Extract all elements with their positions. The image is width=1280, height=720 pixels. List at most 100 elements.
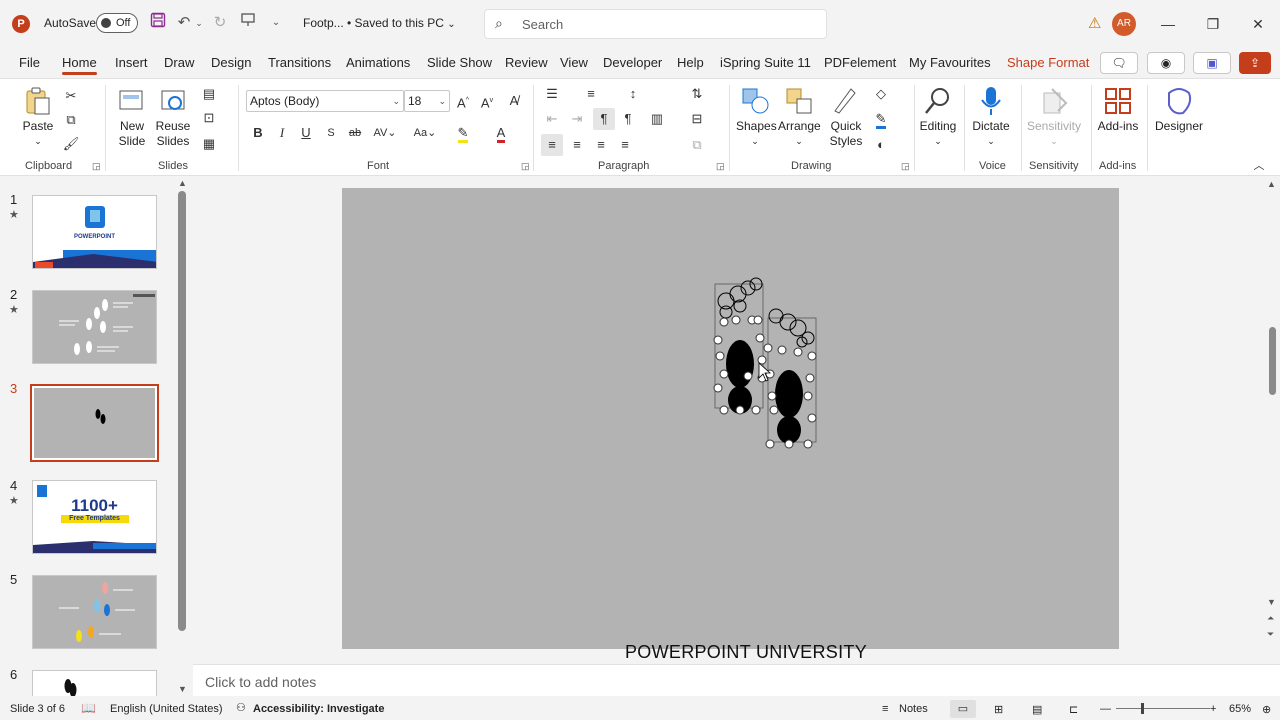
font-launcher-icon[interactable]: ◲ xyxy=(521,161,530,172)
bold-button[interactable]: B xyxy=(247,122,269,144)
copy-icon[interactable]: ⧉ xyxy=(60,109,82,131)
previous-slide-icon[interactable]: ⏶ xyxy=(1267,613,1274,624)
format-painter-icon[interactable]: 🖌 xyxy=(60,133,82,155)
spellcheck-icon[interactable]: 📖 xyxy=(81,701,96,715)
dictate-button[interactable]: Dictate ⌄ xyxy=(970,85,1012,147)
slide-thumbnail-1[interactable]: POWERPOINT xyxy=(32,195,157,269)
current-slide[interactable] xyxy=(342,188,1119,649)
zoom-out-icon[interactable]: — xyxy=(1100,703,1111,715)
thumbnail-scrollbar[interactable] xyxy=(178,191,186,631)
change-case-icon[interactable]: Aa⌄ xyxy=(410,122,440,144)
slide-scrollbar[interactable]: ▲ ▼ ⏶ ⏷ xyxy=(1264,177,1280,662)
tab-home[interactable]: Home xyxy=(62,55,97,75)
highlight-icon[interactable]: ✎ xyxy=(452,122,474,144)
record-button[interactable]: ◉ xyxy=(1147,52,1185,74)
rtl-icon[interactable]: ¶ xyxy=(617,108,639,130)
increase-font-icon[interactable]: A^ xyxy=(452,90,474,112)
thumb-scroll-down-icon[interactable]: ▼ xyxy=(178,684,187,694)
close-icon[interactable]: ✕ xyxy=(1243,12,1273,36)
tab-draw[interactable]: Draw xyxy=(164,55,194,70)
slide-thumbnail-2[interactable] xyxy=(32,290,157,364)
slide-counter[interactable]: Slide 3 of 6 xyxy=(10,703,65,715)
tab-shape-format[interactable]: Shape Format xyxy=(1007,55,1089,70)
slide-thumbnail-6[interactable] xyxy=(32,670,157,696)
slide-thumbnail-4[interactable]: 1100+ Free Templates xyxy=(32,480,157,554)
tab-pdfelement[interactable]: PDFelement xyxy=(824,55,896,70)
tab-slide-show[interactable]: Slide Show xyxy=(427,55,492,70)
tab-ispring[interactable]: iSpring Suite 11 xyxy=(720,55,811,70)
avatar[interactable]: AR xyxy=(1112,12,1136,36)
shape-effects-icon[interactable]: ◐ xyxy=(870,134,892,156)
tab-transitions[interactable]: Transitions xyxy=(268,55,331,70)
bullets-icon[interactable]: ☰ xyxy=(541,83,563,105)
text-direction-icon[interactable]: ⇅ xyxy=(686,83,708,105)
zoom-slider[interactable] xyxy=(1116,703,1210,714)
font-size-select[interactable]: 18 ⌄ xyxy=(404,90,450,112)
scrollbar-thumb[interactable] xyxy=(1269,327,1276,395)
designer-button[interactable]: Designer xyxy=(1154,85,1204,133)
slide-thumbnail-3[interactable] xyxy=(30,384,159,462)
notes-toggle[interactable]: Notes xyxy=(899,703,928,715)
shape-fill-icon[interactable]: ◇ xyxy=(870,83,892,105)
reset-icon[interactable]: ⊡ xyxy=(198,107,220,129)
reading-view-icon[interactable]: ▤ xyxy=(1032,703,1042,716)
italic-button[interactable]: I xyxy=(271,122,293,144)
numbering-icon[interactable]: ≡ xyxy=(580,83,602,105)
decrease-indent-icon[interactable]: ⇤ xyxy=(541,108,563,130)
collapse-ribbon-icon[interactable]: ︿ xyxy=(1248,155,1270,177)
arrange-button[interactable]: Arrange ⌄ xyxy=(778,85,821,147)
footprint-graphic[interactable] xyxy=(342,188,1119,649)
decrease-font-icon[interactable]: Av xyxy=(476,90,498,112)
align-text-icon[interactable]: ⊟ xyxy=(686,108,708,130)
normal-view-icon[interactable]: ▭ xyxy=(950,700,976,718)
redo-icon[interactable]: ↻ xyxy=(210,12,230,34)
align-center-icon[interactable]: ≡ xyxy=(566,134,588,156)
tab-design[interactable]: Design xyxy=(211,55,251,70)
shadow-icon[interactable]: S xyxy=(320,122,342,144)
restore-icon[interactable]: ❐ xyxy=(1198,12,1228,36)
layout-icon[interactable]: ▤ xyxy=(198,83,220,105)
ltr-icon[interactable]: ¶ xyxy=(593,108,615,130)
strikethrough-button[interactable]: ab xyxy=(344,122,366,144)
zoom-in-icon[interactable]: + xyxy=(1210,703,1216,715)
clear-format-icon[interactable]: A̸ xyxy=(503,90,525,112)
undo-icon[interactable]: ↶ xyxy=(174,12,194,34)
customize-qat-icon[interactable]: ⌄ xyxy=(266,12,286,34)
align-left-icon[interactable]: ≡ xyxy=(541,134,563,156)
sensitivity-button[interactable]: Sensitivity ⌄ xyxy=(1026,85,1082,147)
slide-sorter-icon[interactable]: ⊞ xyxy=(994,703,1003,716)
align-right-icon[interactable]: ≡ xyxy=(590,134,612,156)
justify-icon[interactable]: ≡ xyxy=(614,134,636,156)
scroll-up-icon[interactable]: ▲ xyxy=(1267,179,1276,189)
tab-animations[interactable]: Animations xyxy=(346,55,410,70)
tab-insert[interactable]: Insert xyxy=(115,55,148,70)
paragraph-launcher-icon[interactable]: ◲ xyxy=(716,161,725,172)
slide-thumbnail-5[interactable] xyxy=(32,575,157,649)
teams-button[interactable]: ▣ xyxy=(1193,52,1231,74)
tab-review[interactable]: Review xyxy=(505,55,548,70)
slideshow-icon[interactable]: ⊏ xyxy=(1069,703,1078,716)
thumb-scroll-up-icon[interactable]: ▲ xyxy=(178,178,187,188)
save-icon[interactable] xyxy=(148,12,168,34)
autosave-toggle[interactable]: Off xyxy=(96,13,138,33)
next-slide-icon[interactable]: ⏷ xyxy=(1267,629,1274,640)
columns-icon[interactable]: ▥ xyxy=(646,108,668,130)
tab-developer[interactable]: Developer xyxy=(603,55,662,70)
cut-icon[interactable]: ✂ xyxy=(60,85,82,107)
tab-file[interactable]: File xyxy=(19,55,40,70)
notes-pane[interactable]: Click to add notes xyxy=(193,664,1280,696)
language-status[interactable]: English (United States) xyxy=(110,703,223,715)
increase-indent-icon[interactable]: ⇥ xyxy=(566,108,588,130)
font-color-icon[interactable]: A xyxy=(490,122,512,144)
search-input[interactable]: ⌕ Search xyxy=(484,9,827,39)
character-spacing-icon[interactable]: AV⌄ xyxy=(370,122,400,144)
share-button[interactable]: ⇪ xyxy=(1239,52,1271,74)
quick-styles-button[interactable]: Quick Styles xyxy=(824,85,866,149)
tab-view[interactable]: View xyxy=(560,55,588,70)
smartart-icon[interactable]: ⧉ xyxy=(686,134,708,156)
fit-to-window-icon[interactable]: ⊕ xyxy=(1262,703,1271,716)
line-spacing-icon[interactable]: ↕ xyxy=(622,83,644,105)
reuse-slides-button[interactable]: Reuse Slides xyxy=(154,85,192,149)
editing-button[interactable]: Editing ⌄ xyxy=(918,85,958,147)
warning-icon[interactable]: ⚠ xyxy=(1088,14,1101,32)
